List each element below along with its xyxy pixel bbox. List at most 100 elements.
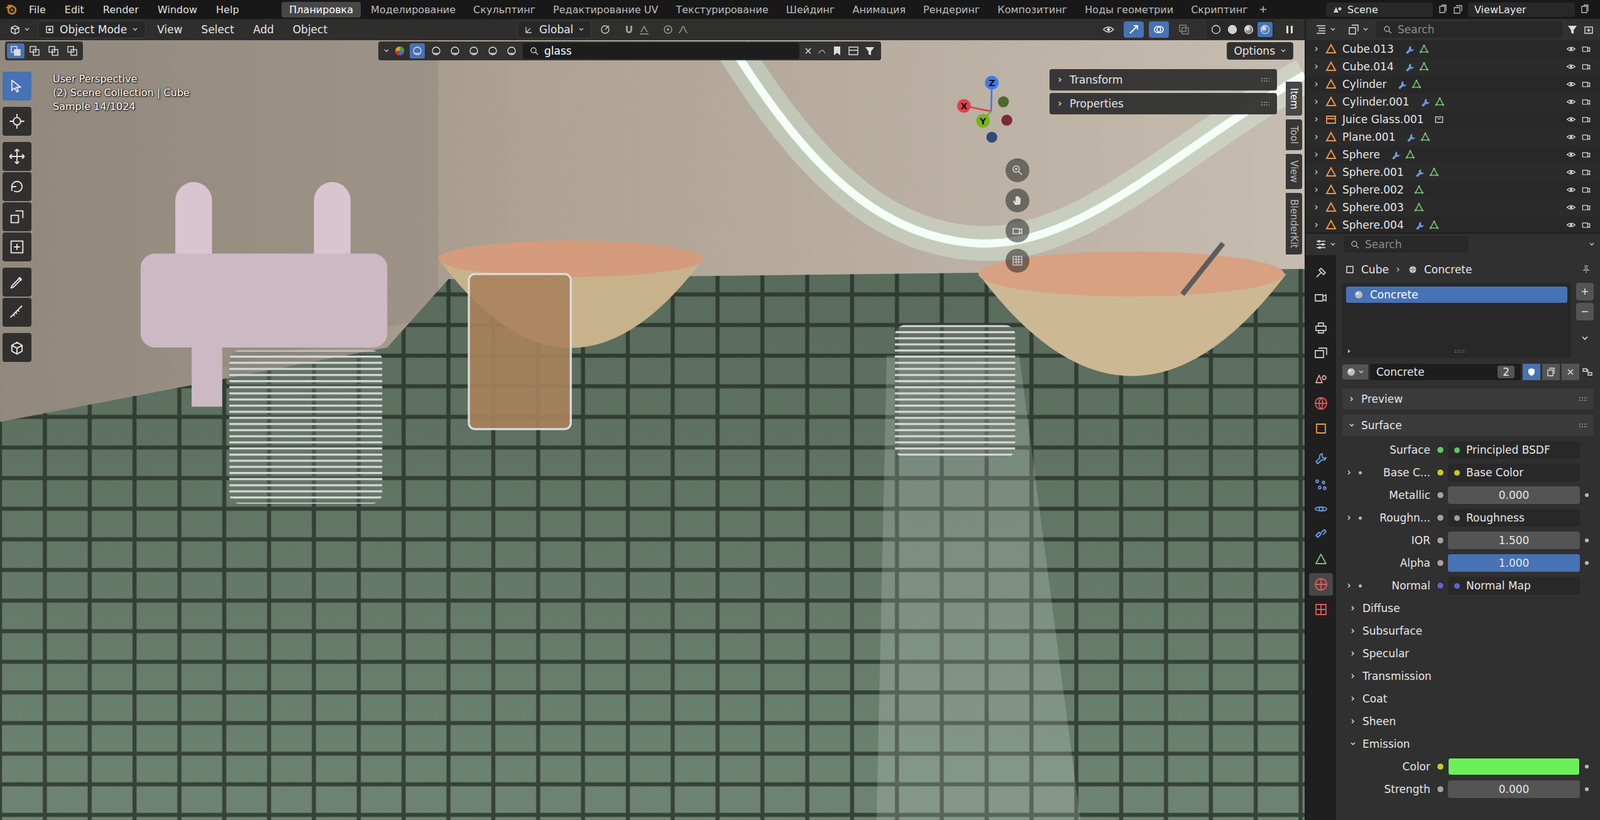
subpanel-header[interactable]: Transmission [1342,664,1594,688]
modifier-wrench-icon[interactable] [1396,79,1407,90]
properties-tab[interactable] [1309,417,1333,440]
search-options-icon[interactable] [816,45,828,56]
viewport-menu[interactable]: Select [193,23,242,36]
filter-icon[interactable] [1566,23,1579,36]
properties-tab[interactable] [1309,447,1333,471]
properties-tab[interactable] [1309,261,1333,285]
view-layer-selector[interactable]: ViewLayer [1468,2,1575,17]
filter-type-icon[interactable] [466,43,482,59]
axis-handle[interactable]: Y [975,114,990,129]
add-slot-button[interactable] [1576,282,1594,301]
outliner-row[interactable]: Cylinder [1305,75,1600,94]
subpanel-header[interactable]: Emission [1342,732,1594,756]
color-wheel-icon[interactable] [393,44,406,58]
workspace-tab[interactable]: Скриптинг [1183,1,1255,18]
modifier-wrench-icon[interactable] [1413,167,1425,178]
outliner-row[interactable]: Sphere.002 [1305,180,1600,199]
workspace-tab[interactable]: Скульптинг [465,1,543,18]
properties-tab[interactable] [1309,286,1333,310]
number-field[interactable]: 0.000 [1447,486,1580,505]
expand-arrow-icon[interactable] [1346,469,1353,476]
workspace-tab[interactable]: Ноды геометрии [1077,1,1181,18]
asset-search-field[interactable]: glass [522,42,800,60]
editor-type-button[interactable] [1310,21,1340,38]
eye-icon[interactable] [1566,149,1577,160]
properties-tab[interactable] [1309,392,1333,415]
mesh-data-icon[interactable] [1411,79,1422,90]
axis-handle[interactable]: X [957,99,971,114]
expand-arrow-icon[interactable] [1313,63,1320,70]
editor-type-button[interactable] [5,21,34,38]
sidebar-panel-header[interactable]: Properties [1049,93,1277,115]
number-field[interactable]: 1.500 [1447,531,1580,550]
sidebar-tab[interactable]: View [1285,153,1303,190]
keyframe-dot[interactable] [1584,787,1589,792]
workspace-tab[interactable]: Анимация [844,1,914,18]
unlink-material-button[interactable] [1561,363,1580,381]
modifier-wrench-icon[interactable] [1390,149,1401,160]
wireframe-shading-icon[interactable] [1208,21,1224,38]
eye-icon[interactable] [1566,184,1577,195]
slider-field[interactable]: 1.000 [1447,554,1580,572]
node-link-field[interactable]: Base Color [1447,463,1580,482]
mesh-data-icon[interactable] [1419,61,1430,72]
eye-icon[interactable] [1566,96,1577,107]
pivot-button[interactable] [595,21,616,38]
render-camera-icon[interactable] [1581,43,1592,55]
filter-type-icon[interactable] [409,43,425,59]
visibility-button[interactable] [1098,21,1119,38]
new-collection-icon[interactable] [1582,23,1595,36]
render-camera-icon[interactable] [1581,131,1592,143]
material-shading-icon[interactable] [1241,21,1257,38]
expand-arrow-icon[interactable] [1346,514,1353,521]
eye-icon[interactable] [1566,131,1577,143]
tool-button[interactable] [2,232,32,262]
expand-arrow-icon[interactable] [1313,221,1320,229]
outliner-row[interactable]: Sphere.004 [1305,216,1600,233]
properties-tab[interactable] [1309,341,1333,365]
color-swatch[interactable] [1447,757,1580,776]
new-scene-icon[interactable] [1437,4,1448,15]
keyframe-dot[interactable] [1584,561,1589,565]
navigation-gizmo[interactable]: XY Z [948,69,1031,151]
subpanel-header[interactable]: Sheen [1342,710,1594,733]
eye-icon[interactable] [1566,219,1577,231]
drag-grip-icon[interactable] [1260,101,1270,107]
bookmark-icon[interactable] [830,44,844,58]
mesh-data-icon[interactable] [1413,202,1425,213]
mesh-data-icon[interactable] [1413,184,1425,195]
scene-selector[interactable]: Scene [1326,2,1433,17]
outliner-row[interactable]: Sphere.001 [1305,163,1600,181]
filter-type-icon[interactable] [485,43,501,59]
properties-tab[interactable] [1309,497,1333,521]
subpanel-header[interactable]: Specular [1342,642,1594,665]
expand-arrow-icon[interactable] [1313,186,1320,193]
menu-item[interactable]: Help [208,3,247,16]
expand-arrow-icon[interactable] [1313,204,1320,211]
properties-tab[interactable] [1309,573,1333,596]
blender-logo-icon[interactable] [5,3,18,16]
expand-arrow-icon[interactable] [1313,116,1320,123]
socket-dot[interactable] [1436,468,1445,477]
filter-type-icon[interactable] [447,43,463,59]
properties-tab[interactable] [1309,472,1333,496]
snap-button[interactable] [619,21,655,38]
render-camera-icon[interactable] [1581,114,1592,125]
browse-material-button[interactable] [1342,364,1369,380]
render-camera-icon[interactable] [1581,219,1592,231]
collection-box-icon[interactable] [1434,114,1445,125]
add-workspace-icon[interactable] [1258,4,1269,15]
options-chevron-icon[interactable] [1588,241,1595,248]
socket-dot[interactable] [1436,536,1445,545]
menu-item[interactable]: Window [150,3,205,16]
tool-button[interactable] [2,267,32,297]
modifier-wrench-icon[interactable] [1413,219,1425,231]
node-link-field[interactable]: Principled BSDF [1447,441,1580,459]
node-link-field[interactable]: Normal Map [1447,576,1580,595]
expand-arrow-icon[interactable] [1313,169,1320,176]
expand-arrow-icon[interactable] [1346,582,1353,589]
selection-mode-icon[interactable] [6,43,25,59]
viewport-menu[interactable]: View [149,23,190,36]
axis-handle[interactable]: Z [984,76,999,90]
mesh-data-icon[interactable] [1429,219,1440,231]
